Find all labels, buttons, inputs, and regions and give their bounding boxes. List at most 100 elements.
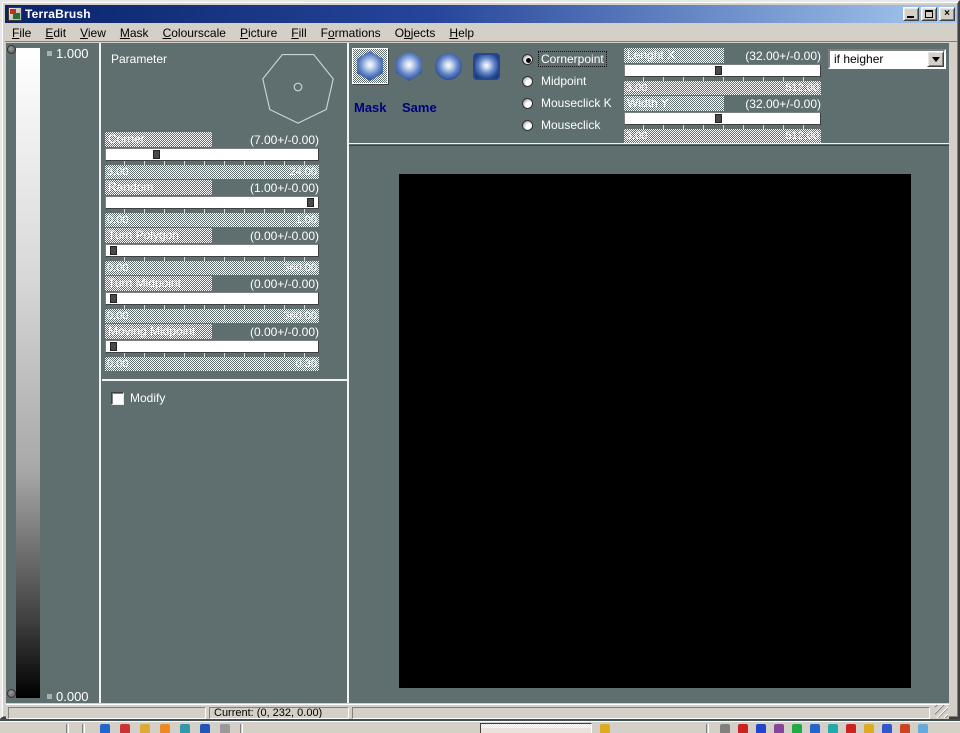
tray-icon[interactable]: [774, 724, 784, 733]
menu-objects[interactable]: Objects: [388, 25, 443, 41]
quicklaunch-icon[interactable]: [200, 724, 210, 733]
slider-thumb[interactable]: [110, 294, 117, 303]
slider-min: 0.00: [107, 261, 128, 275]
toolbar-divider: [349, 143, 949, 144]
slider-label: Turn Midpoint: [105, 276, 212, 291]
slider-max: 24.00: [289, 165, 317, 179]
app-icon: [8, 7, 22, 21]
slider-min: 3.00: [626, 81, 647, 95]
radio-icon: [522, 120, 533, 131]
colourscale-top-value: 1.000: [56, 46, 89, 61]
length-slider-track[interactable]: [624, 64, 821, 77]
close-button[interactable]: ×: [939, 7, 955, 21]
turn-polygon-slider-track[interactable]: [105, 244, 319, 257]
minimize-button[interactable]: [903, 7, 919, 21]
slider-thumb[interactable]: [715, 114, 722, 123]
slider-max: 512.00: [785, 129, 819, 143]
dropdown-button[interactable]: [927, 51, 944, 67]
menu-formations[interactable]: Formations: [314, 25, 388, 41]
width-slider-track[interactable]: [624, 112, 821, 125]
tray-icon[interactable]: [864, 724, 874, 733]
radio-icon: [522, 54, 533, 65]
menu-file[interactable]: File: [5, 25, 38, 41]
square-brush-button[interactable]: [473, 53, 500, 80]
same-link[interactable]: Same: [402, 100, 437, 115]
slider-value: (0.00+/-0.00): [250, 325, 319, 339]
taskbar-separator: [66, 724, 69, 733]
menu-mask[interactable]: Mask: [113, 25, 156, 41]
radio-label: Cornerpoint: [539, 52, 606, 66]
slider-thumb[interactable]: [110, 246, 117, 255]
colourscale-bottom-marker: [47, 694, 52, 699]
tray-icon[interactable]: [846, 724, 856, 733]
radio-midpoint[interactable]: Midpoint: [522, 74, 588, 88]
combine-mode-dropdown[interactable]: if heigher: [828, 49, 946, 69]
tray-icon[interactable]: [792, 724, 802, 733]
radio-label: Mouseclick: [539, 118, 602, 132]
quicklaunch-icon[interactable]: [160, 724, 170, 733]
radio-mouseclick-k[interactable]: Mouseclick K: [522, 96, 614, 110]
terrain-canvas[interactable]: [399, 174, 911, 688]
hexagon-small-brush-button[interactable]: [394, 51, 424, 81]
menu-edit[interactable]: Edit: [38, 25, 73, 41]
radio-mouseclick[interactable]: Mouseclick: [522, 118, 602, 132]
quicklaunch-icon[interactable]: [180, 724, 190, 733]
titlebar[interactable]: TerraBrush ×: [5, 5, 957, 23]
tray-icon[interactable]: [828, 724, 838, 733]
tray-icon[interactable]: [810, 724, 820, 733]
task-icon[interactable]: [600, 724, 610, 733]
radio-icon: [522, 98, 533, 109]
resize-grip[interactable]: [935, 705, 948, 718]
mask-link[interactable]: Mask: [354, 100, 387, 115]
brush-shape-preview: [256, 49, 340, 130]
menubar: File Edit View Mask Colourscale Picture …: [5, 24, 957, 42]
menu-picture[interactable]: Picture: [233, 25, 284, 41]
menu-colourscale[interactable]: Colourscale: [156, 25, 233, 41]
slider-value: (7.00+/-0.00): [250, 133, 319, 147]
slider-label: Lenght X: [624, 48, 724, 63]
quicklaunch-icon[interactable]: [100, 724, 110, 733]
colourscale-bottom-knob[interactable]: [7, 689, 16, 698]
modify-checkbox[interactable]: [111, 392, 124, 405]
toolbar-divider-shadow: [349, 145, 949, 146]
menu-view[interactable]: View: [73, 25, 113, 41]
heptagon-icon: [256, 49, 340, 125]
corner-slider-track[interactable]: [105, 148, 319, 161]
colourscale-gradient-bar[interactable]: [16, 48, 40, 698]
tray-icon[interactable]: [900, 724, 910, 733]
slider-thumb[interactable]: [110, 342, 117, 351]
moving-midpoint-slider-track[interactable]: [105, 340, 319, 353]
tray-icon[interactable]: [756, 724, 766, 733]
random-slider-track[interactable]: [105, 196, 319, 209]
quicklaunch-icon[interactable]: [120, 724, 130, 733]
slider-thumb[interactable]: [715, 66, 722, 75]
radio-icon: [522, 76, 533, 87]
dropdown-value: if heigher: [830, 52, 927, 66]
menu-help[interactable]: Help: [442, 25, 481, 41]
slider-value: (0.00+/-0.00): [250, 229, 319, 243]
hexagon-brush-button[interactable]: [352, 48, 388, 84]
circle-icon: [435, 53, 462, 80]
slider-thumb[interactable]: [153, 150, 160, 159]
tray-icon[interactable]: [720, 724, 730, 733]
slider-thumb[interactable]: [307, 198, 314, 207]
maximize-button[interactable]: [921, 7, 937, 21]
quicklaunch-icon[interactable]: [140, 724, 150, 733]
menu-fill[interactable]: Fill: [284, 25, 313, 41]
radio-cornerpoint[interactable]: Cornerpoint: [522, 52, 606, 66]
slider-moving-midpoint: Moving Midpoint(0.00+/-0.00) 0.000.30: [105, 324, 319, 371]
tray-icon[interactable]: [918, 724, 928, 733]
slider-label: Width Y: [624, 96, 724, 111]
quicklaunch-icon[interactable]: [220, 724, 230, 733]
tray-icon[interactable]: [738, 724, 748, 733]
colourscale-top-knob[interactable]: [7, 45, 16, 54]
close-icon: ×: [944, 8, 950, 19]
slider-min: 0.00: [107, 213, 128, 227]
status-current-coords: Current: (0, 232, 0.00): [209, 707, 349, 719]
slider-length-x: Lenght X(32.00+/-0.00) 3.00512.00: [624, 48, 821, 95]
turn-midpoint-slider-track[interactable]: [105, 292, 319, 305]
taskbar-separator: [240, 724, 243, 733]
active-task-button[interactable]: [480, 723, 592, 733]
circle-brush-button[interactable]: [435, 53, 462, 80]
tray-icon[interactable]: [882, 724, 892, 733]
